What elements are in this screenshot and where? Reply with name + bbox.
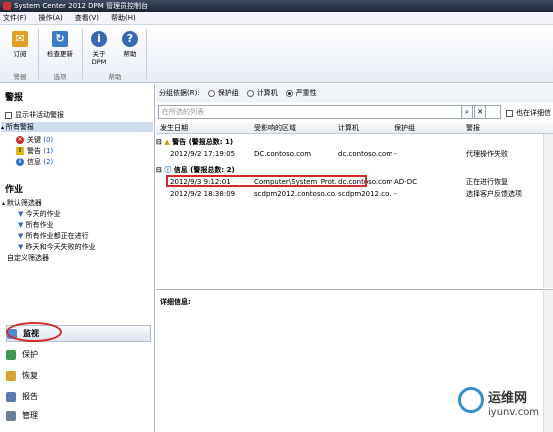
column-header: 发生日期 受影响的区域 计算机 保护组 警报 — [156, 122, 553, 134]
nav-protection[interactable]: 保护 — [6, 346, 151, 363]
column-area[interactable]: 受影响的区域 — [254, 122, 296, 134]
show-inactive-toggle[interactable]: 显示非活动警报 — [5, 110, 64, 120]
window-title: System Center 2012 DPM 管理员控制台 — [14, 2, 149, 10]
update-icon: ↻ — [52, 31, 68, 47]
protection-icon — [6, 349, 16, 360]
app-icon — [3, 2, 11, 10]
warning-icon: ! — [16, 147, 24, 155]
column-computer[interactable]: 计算机 — [338, 122, 359, 134]
filter-icon: ▼ — [18, 210, 26, 218]
management-icon — [6, 410, 16, 421]
alerts-heading: 警报 — [5, 93, 24, 103]
column-date[interactable]: 发生日期 — [160, 122, 188, 134]
nav-recovery[interactable]: 恢复 — [6, 367, 151, 384]
ribbon-separator — [146, 29, 147, 79]
menu-bar: 文件(F) 操作(A) 查看(V) 帮助(H) — [0, 12, 553, 25]
watermark-text: 运维网 — [488, 391, 528, 406]
nav-management[interactable]: 管理 — [6, 407, 151, 424]
title-bar: System Center 2012 DPM 管理员控制台 — [0, 0, 553, 12]
help-button[interactable]: ? 帮助 — [120, 31, 140, 58]
radio-severity[interactable] — [285, 89, 293, 97]
sidebar-item-warning[interactable]: ! 警告 (1) — [16, 146, 53, 156]
info-icon: i — [16, 158, 24, 166]
filter-icon: ▼ — [18, 232, 26, 240]
report-icon — [6, 391, 16, 402]
radio-computer[interactable] — [246, 89, 254, 97]
radio-protection-group[interactable] — [207, 89, 215, 97]
menu-view[interactable]: 查看(V) — [75, 13, 99, 23]
search-icon[interactable]: ⌕ — [461, 105, 473, 119]
table-row[interactable]: 2012/9/2 18:38:09 scdpm2012.contoso.co..… — [156, 189, 553, 200]
column-protection-group[interactable]: 保护组 — [394, 122, 415, 134]
alerts-view: 分组依据(R): 保护组 计算机 严重性 在所选的列表 ⌕ ✕ 也在详细信 发生… — [156, 84, 553, 432]
also-details-checkbox[interactable] — [506, 109, 513, 117]
warning-icon: ▲ — [164, 138, 173, 146]
filter-icon: ▼ — [18, 243, 26, 251]
column-alert[interactable]: 警报 — [466, 122, 480, 134]
group-alerts-label: 警报 — [13, 73, 27, 81]
help-icon: ? — [122, 31, 138, 47]
jobs-heading: 作业 — [5, 185, 24, 195]
menu-help[interactable]: 帮助(H) — [111, 13, 136, 23]
ribbon: ✉ 订阅 ↻ 检查更新 i 关于 DPM ? 帮助 警报 选项 帮助 — [0, 25, 553, 83]
sidebar-item-all-alerts[interactable]: ▴ 所有警报 — [1, 122, 153, 132]
list-scrollbar[interactable] — [543, 134, 553, 288]
details-label: 详细信息: — [160, 298, 191, 306]
info-icon: ⓘ — [164, 166, 174, 174]
group-by-bar: 分组依据(R): 保护组 计算机 严重性 — [156, 84, 553, 102]
sidebar-item-custom-filters[interactable]: 自定义筛选器 — [7, 253, 49, 263]
sidebar-item-filter[interactable]: ▼ 今天的作业 — [18, 209, 61, 219]
subscribe-button[interactable]: ✉ 订阅 — [8, 31, 32, 58]
nav-reporting[interactable]: 报告 — [6, 388, 151, 405]
highlight-box — [166, 175, 367, 187]
search-input[interactable]: 在所选的列表 — [158, 105, 501, 119]
sidebar-item-filter[interactable]: ▼ 所有作业都正在进行 — [18, 231, 89, 241]
subscribe-icon: ✉ — [12, 31, 28, 47]
recovery-icon — [6, 370, 16, 381]
sidebar-item-critical[interactable]: ✕ 关键 (0) — [16, 135, 53, 145]
check-updates-button[interactable]: ↻ 检查更新 — [43, 31, 77, 58]
navigation-pane: 警报 显示非活动警报 ▴ 所有警报 ✕ 关键 (0) ! 警告 (1) i 信息 (2… — [0, 84, 155, 432]
clear-icon[interactable]: ✕ — [474, 105, 486, 119]
highlight-ellipse — [6, 322, 62, 342]
about-dpm-button[interactable]: i 关于 DPM — [88, 31, 110, 66]
sidebar-item-filter[interactable]: ▼ 昨天和今天失败的作业 — [18, 242, 96, 252]
show-inactive-checkbox[interactable] — [5, 111, 12, 119]
group-options-label: 选项 — [53, 73, 67, 81]
menu-file[interactable]: 文件(F) — [3, 13, 27, 23]
warning-group-header[interactable]: ⊟ ▲ 警告 (警报总数: 1) — [156, 137, 553, 147]
critical-icon: ✕ — [16, 136, 24, 144]
watermark: 运维网 iyunv.com — [458, 383, 550, 429]
watermark-url: iyunv.com — [488, 407, 540, 418]
also-details-toggle[interactable]: 也在详细信 — [506, 108, 551, 118]
group-help-label: 帮助 — [108, 73, 122, 81]
table-row[interactable]: 2012/9/2 17:19:05 DC.contoso.com dc.cont… — [156, 149, 553, 160]
filter-icon: ▼ — [18, 221, 26, 229]
sidebar-item-filter[interactable]: ▼ 所有作业 — [18, 220, 54, 230]
sidebar-item-default-filters[interactable]: ▴ 默认筛选器 — [2, 198, 42, 208]
ribbon-separator — [82, 29, 83, 79]
info-group-header[interactable]: ⊟ ⓘ 信息 (警报总数: 2) — [156, 165, 553, 175]
info-icon: i — [91, 31, 107, 47]
menu-action[interactable]: 操作(A) — [39, 13, 63, 23]
watermark-logo-icon — [458, 387, 484, 413]
sidebar-item-info[interactable]: i 信息 (2) — [16, 157, 53, 167]
ribbon-separator — [38, 29, 39, 79]
